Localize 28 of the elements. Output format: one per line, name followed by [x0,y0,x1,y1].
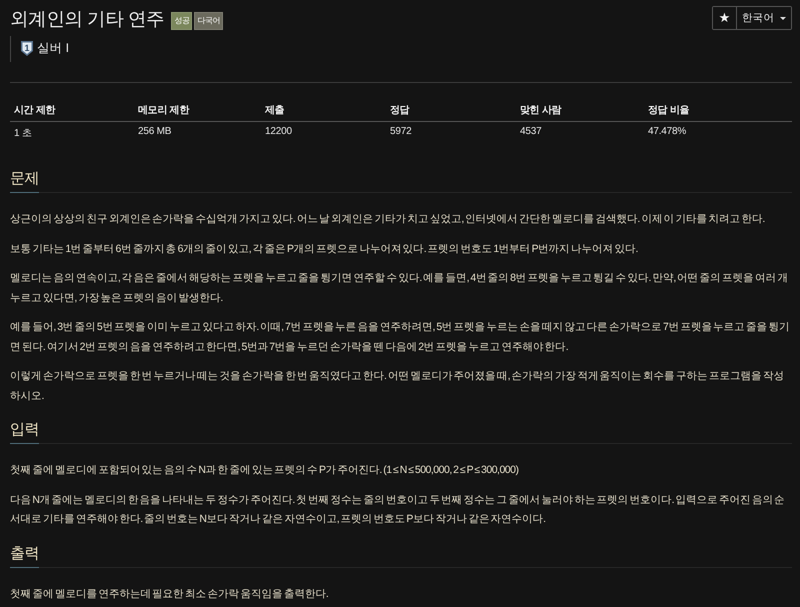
column-header: 제출 [261,98,386,122]
result-badge: 성공 [171,12,192,30]
table-cell-text: 5972 [389,125,412,139]
paragraph: 첫째 줄에 멜로디를 연주하는데 필요한 최소 손가락 움직임을 출력한다. [10,586,330,602]
column-header: 시간 제한 [10,98,134,122]
tier-icon: 1 [21,41,33,56]
paragraph: 보통 기타는 1번 줄부터 6번 줄까지 총 6개의 줄이 있고, 각 줄은 P개의 프렛으로 나누어져 있다. 프렛의 번호도 1번부터 P번까지 나누어져 있다. [10,242,639,256]
tier-label: 실버 I [37,40,69,57]
paragraph: 멜로디는 음의 연속이고, 각 음은 줄에서 해당하는 프렛을 누르고 줄을 튕기면 연주할 수 있다. 예를 들면, 4번 줄의 8번 프렛을 누르고 튕길 수 있다. 만약, 어떤 줄의 프렛을 여러 개 누르고 있다면, 가장 높은 프렛의 음이 발생한다. [10,271,789,306]
paragraph: 첫째 줄에 멜로디에 포함되어 있는 음의 수 N과 한 줄에 있는 프렛의 수 P가 주어진다. (1 ≤ N ≤ 500,000, 2 ≤ P ≤ 300,000) [10,463,520,478]
paragraph: 다음 N개 줄에는 멜로디의 한 음을 나타내는 두 정수가 주어진다. 첫 번째 정수는 줄의 번호이고 두 번째 정수는 그 줄에서 눌러야 하는 프렛의 번호이다. 입력으로 주어진 음의 순서대로 기타를 연주해야 한다. 줄의 번호는 N보다 작거나 같은 자연수이고, 프렛의 번호도 P보다 작거나 같은 자연수이다. [10,492,786,527]
language-badge: 다국어 [194,12,224,30]
section-heading: 문제 [10,169,39,193]
column-header: 정답 비율 [644,98,792,122]
column-header: 맞힌 사람 [516,98,644,122]
paragraph: 예를 들어, 3번 줄의 5번 프렛을 이미 누르고 있다고 하자. 이때, 7번 프렛을 누른 음을 연주하려면, 5번 프렛을 누르는 손을 떼지 않고 다른 손가락으로 7번 프렛을 누르고 줄을 튕기면 된다. 여기서 2번 프렛의 음을 연주하려고 한다면, 5번과 7번을 누르던 손가락을 뗀 다음에 2번 프렛을 누르고 연주해야 한다. [10,320,790,354]
table-cell-text: 256 MB [137,125,172,139]
paragraph: 상근이의 상상의 친구 외계인은 손가락을 수십억개 가지고 있다. 어느 날 외계인은 기타가 치고 싶었고, 인터넷에서 간단한 멜로디를 검색했다. 이제 이 기타를 치려고 한다. [10,212,766,227]
table-cell-text: 47.478% [647,125,688,139]
table-cell-text: 1 초 [13,127,33,141]
problem-title: 외계인의 기타 연주 [10,7,164,31]
section-heading: 입력 [10,420,39,444]
column-header: 메모리 제한 [134,98,261,122]
column-header: 정답 [386,98,516,122]
paragraph: 이렇게 손가락으로 프렛을 한 번 누르거나 떼는 것을 손가락을 한 번 움직였다고 한다. 어떤 멜로디가 주어졌을 때, 손가락의 가장 적게 움직이는 회수를 구하는 프로그램을 작성하시오. [10,369,785,404]
table-cell-text: 4537 [519,125,542,139]
table-cell-text: 12200 [264,125,293,139]
section-heading: 출력 [10,544,39,568]
